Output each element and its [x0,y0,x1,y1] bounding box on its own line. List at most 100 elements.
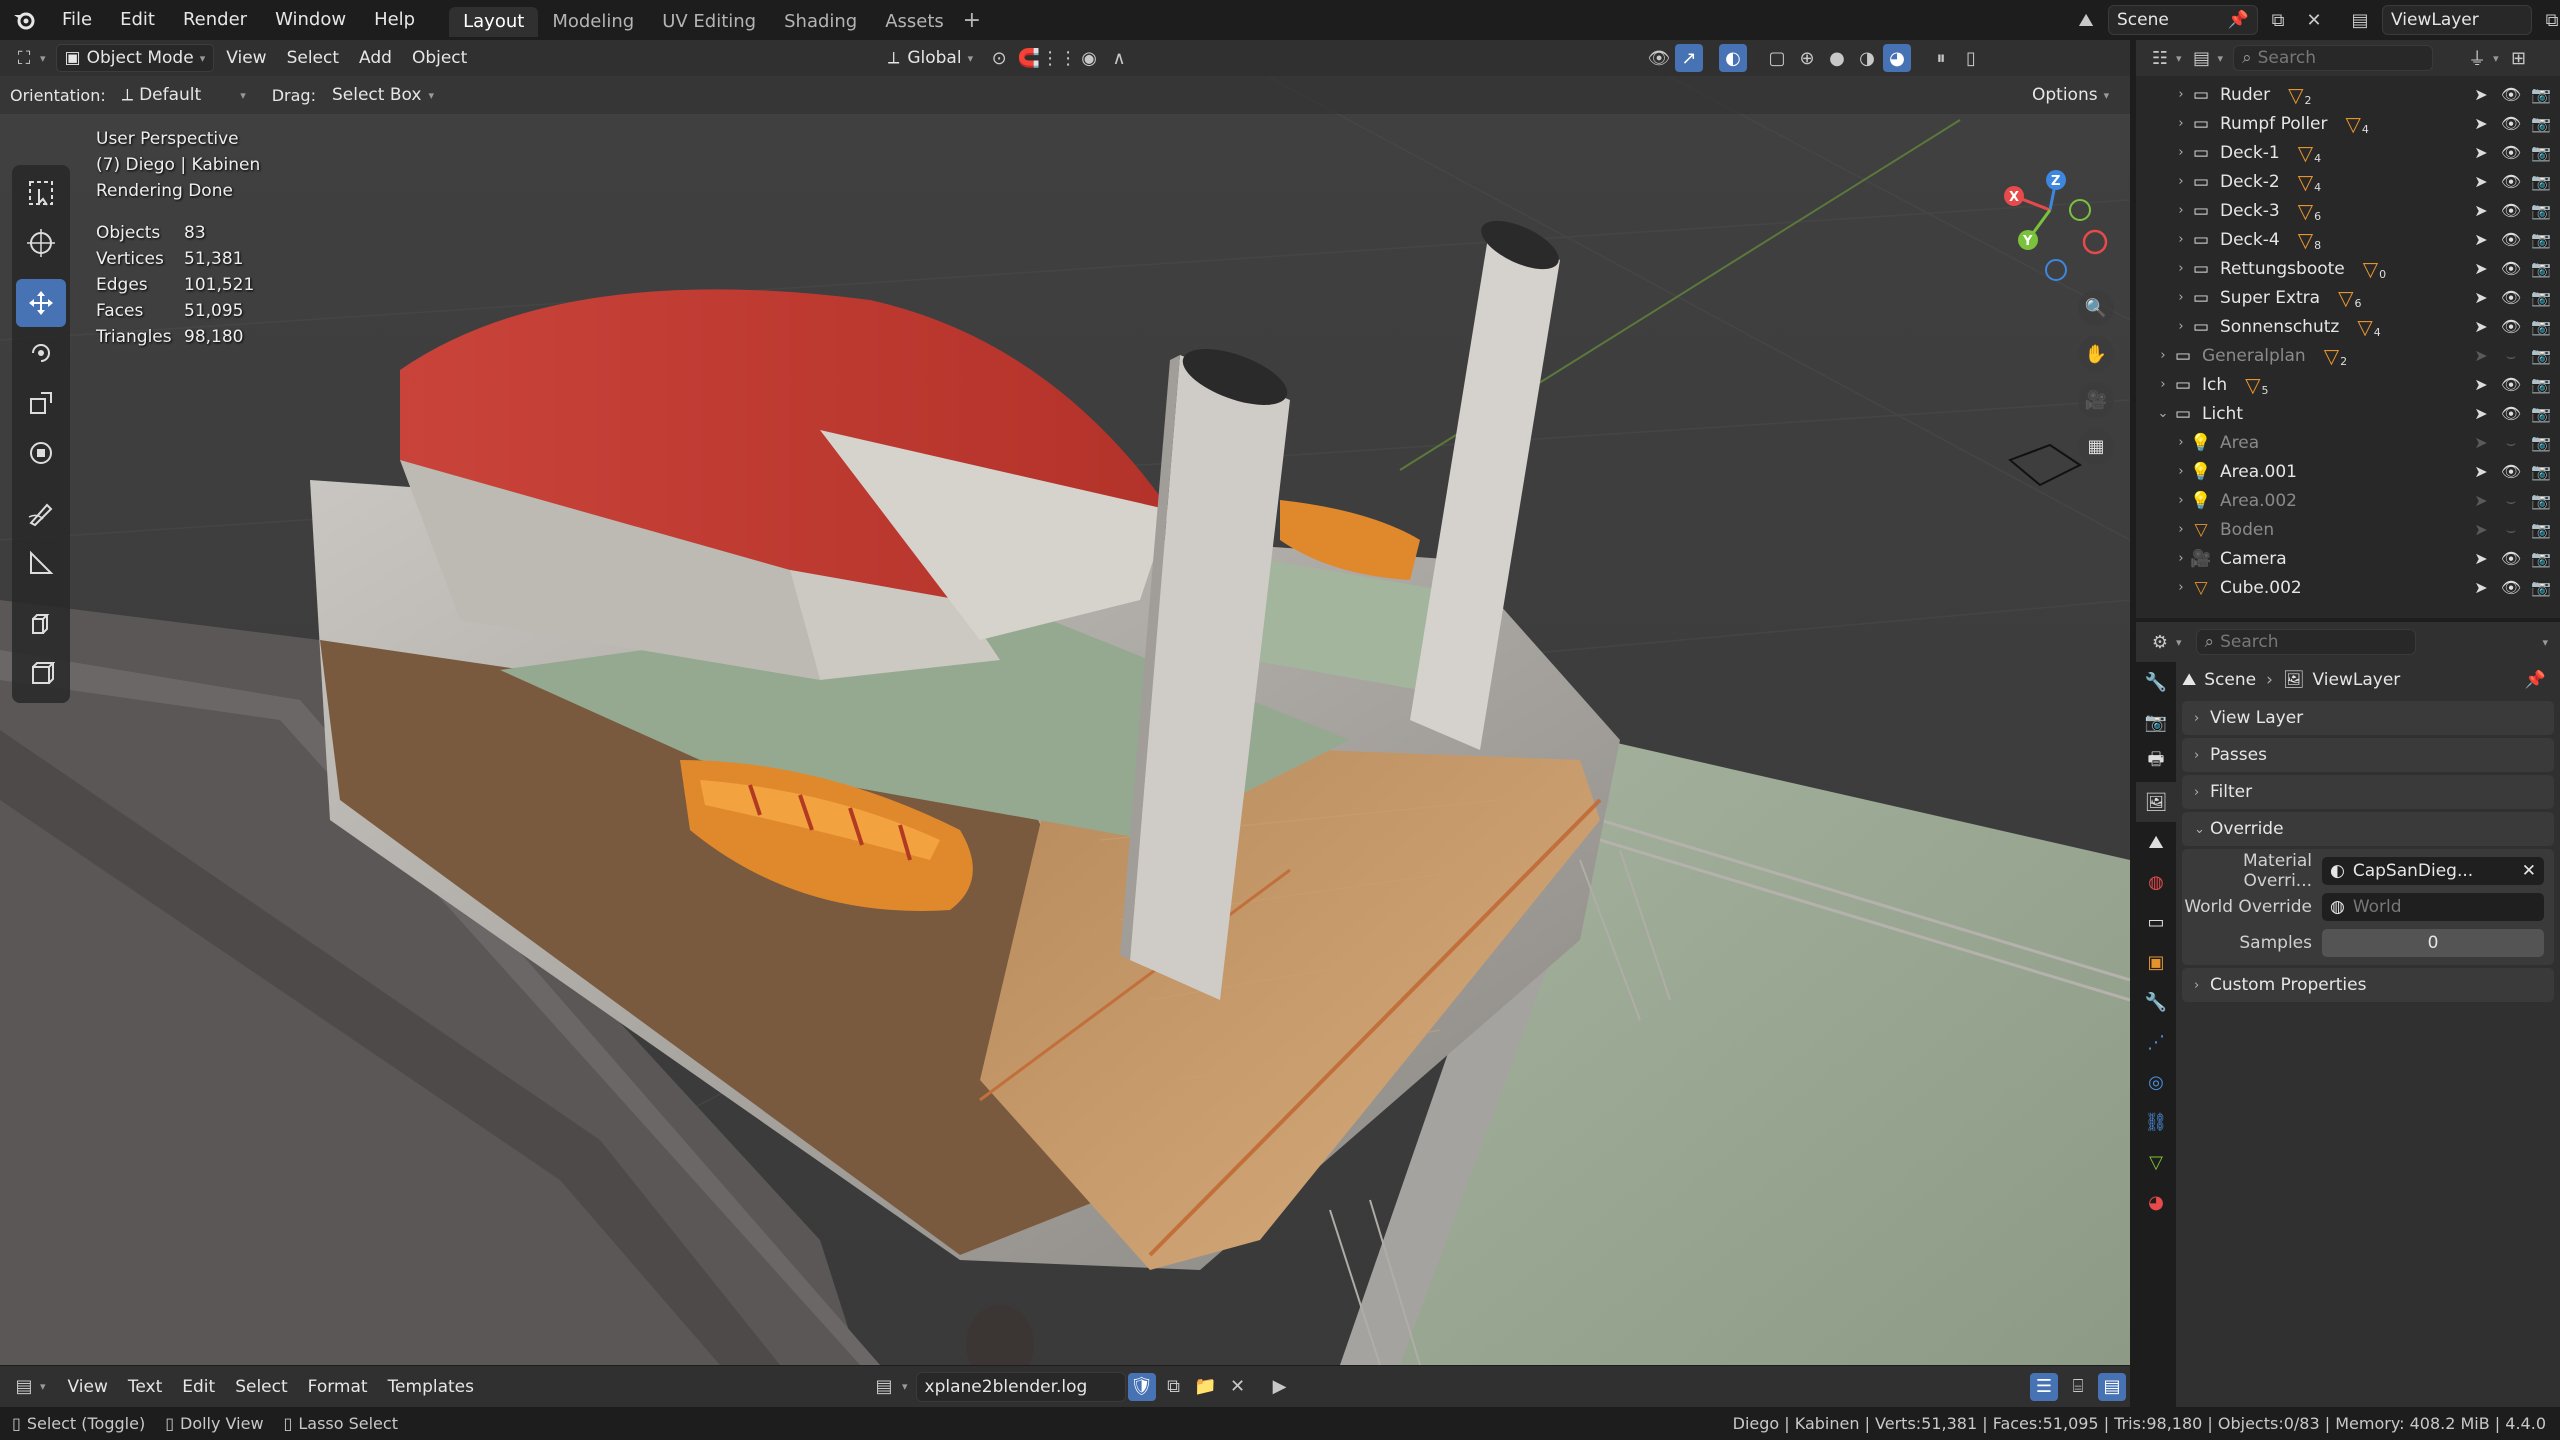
word-wrap-icon[interactable]: ⌸ [2064,1373,2092,1401]
visibility-eye-icon[interactable]: ⌣ [2500,520,2522,540]
falloff-icon[interactable]: ∧ [1105,44,1133,72]
cursor-tool[interactable] [16,219,66,267]
chevron-right-icon[interactable]: › [2172,522,2190,537]
scene-icon[interactable]: ⛰ [2072,6,2100,34]
navigation-gizmo[interactable]: Z X Y [1990,130,2120,300]
properties-search[interactable]: ⌕ Search [2195,629,2416,655]
outliner-row[interactable]: › ▽ Cube.002 ➤ 👁 📷 [2136,573,2560,602]
move-tool[interactable] [16,279,66,327]
physics-tab-icon[interactable]: ◎ [2136,1062,2176,1102]
world-override-field[interactable]: ◍ World [2322,893,2544,921]
chevron-right-icon[interactable]: › [2172,580,2190,595]
text-menu-view[interactable]: View [60,1373,116,1401]
overlay-toggle-icon[interactable]: ◐ [1719,44,1747,72]
fake-user-shield-icon[interactable]: 🛡 [1127,1372,1156,1401]
render-camera-icon[interactable]: 📷 [2530,375,2552,394]
outliner-row[interactable]: › ▭ Deck-3 ▽ 6 ➤ 👁 📷 [2136,196,2560,225]
render-camera-icon[interactable]: 📷 [2530,201,2552,220]
menu-add[interactable]: Add [351,44,400,72]
menu-edit[interactable]: Edit [106,0,169,40]
options-dropdown[interactable]: Options ▾ [2024,81,2117,109]
visibility-eye-icon[interactable]: 👁 [2500,201,2522,220]
rotate-tool[interactable] [16,329,66,377]
new-view-layer-icon[interactable]: ⧉ [2538,6,2560,34]
menu-select[interactable]: Select [279,44,347,72]
text-menu-select[interactable]: Select [227,1373,295,1401]
selectable-arrow-icon[interactable]: ➤ [2470,549,2492,568]
properties-type-icon[interactable]: ⚙ [2146,628,2174,656]
selectable-arrow-icon[interactable]: ➤ [2470,288,2492,307]
menu-object[interactable]: Object [404,44,475,72]
outliner-row[interactable]: › ▭ Rettungsboote ▽ 0 ➤ 👁 📷 [2136,254,2560,283]
filter-icon[interactable]: ⏚ [2463,44,2491,72]
add-object-tool[interactable] [16,649,66,697]
menu-render[interactable]: Render [169,0,261,40]
line-numbers-icon[interactable]: ☰ [2030,1372,2058,1401]
add-workspace-button[interactable]: + [958,8,986,33]
selectable-arrow-icon[interactable]: ➤ [2470,578,2492,597]
render-camera-icon[interactable]: 📷 [2530,462,2552,481]
shading-material-icon[interactable]: ◑ [1853,44,1881,72]
camera-view-icon[interactable]: 🎥 [2078,382,2114,418]
blender-logo-icon[interactable] [0,9,48,31]
pan-hand-icon[interactable]: ✋ [2078,336,2114,372]
outliner-row[interactable]: › ▭ Sonnenschutz ▽ 4 ➤ 👁 📷 [2136,312,2560,341]
menu-view[interactable]: View [218,44,274,72]
render-camera-icon[interactable]: 📷 [2530,578,2552,597]
pause-render-icon[interactable]: ⏸ [1927,44,1955,72]
proportional-edit-icon[interactable]: ◉ [1075,44,1103,72]
constraints-tab-icon[interactable]: ⛓ [2136,1102,2176,1142]
text-editor-type-icon[interactable]: ▤ [10,1373,38,1401]
selectable-arrow-icon[interactable]: ➤ [2470,433,2492,453]
new-scene-icon[interactable]: ⧉ [2264,6,2292,34]
selectable-arrow-icon[interactable]: ➤ [2470,404,2492,423]
visibility-eye-icon[interactable]: 👁 [2500,462,2522,481]
sidebar-toggle-icon[interactable]: ▯ [1957,44,1985,72]
shading-rendered-icon[interactable]: ◕ [1883,44,1911,72]
object-tab-icon[interactable]: ▣ [2136,942,2176,982]
selectable-arrow-icon[interactable]: ➤ [2470,346,2492,366]
visibility-eye-icon[interactable]: 👁 [2500,172,2522,191]
snap-target-icon[interactable]: ⋮⋮ [1041,44,1077,72]
panel-custom-properties[interactable]: › Custom Properties [2182,968,2554,1002]
visibility-eye-icon[interactable]: 👁 [2500,317,2522,336]
selectable-arrow-icon[interactable]: ➤ [2470,491,2492,511]
render-camera-icon[interactable]: 📷 [2530,433,2552,453]
view-layer-icon[interactable]: ▤ [2346,6,2374,34]
selectable-arrow-icon[interactable]: ➤ [2470,201,2492,220]
outliner-row[interactable]: › ▭ Deck-4 ▽ 8 ➤ 👁 📷 [2136,225,2560,254]
selectable-arrow-icon[interactable]: ➤ [2470,230,2492,249]
panel-view-layer[interactable]: › View Layer [2182,701,2554,735]
tab-layout[interactable]: Layout [449,6,539,37]
samples-field[interactable]: 0 [2322,929,2544,957]
unlink-text-icon[interactable]: ✕ [1224,1373,1252,1401]
render-camera-icon[interactable]: 📷 [2530,549,2552,568]
syntax-highlight-icon[interactable]: ▤ [2098,1372,2126,1401]
selectable-arrow-icon[interactable]: ➤ [2470,259,2492,278]
text-file-selector[interactable]: xplane2blender.log [915,1371,1126,1402]
clear-material-icon[interactable]: ✕ [2522,861,2536,881]
chevron-right-icon[interactable]: › [2172,435,2190,450]
text-menu-text[interactable]: Text [120,1373,170,1401]
particles-tab-icon[interactable]: ⋰ [2136,1022,2176,1062]
outliner-row[interactable]: › ▭ Deck-1 ▽ 4 ➤ 👁 📷 [2136,138,2560,167]
visibility-eye-icon[interactable]: ⌣ [2500,346,2522,366]
panel-override[interactable]: ⌄ Override [2182,812,2554,846]
chevron-right-icon[interactable]: › [2154,377,2172,392]
render-camera-icon[interactable]: 📷 [2530,288,2552,307]
visibility-eye-icon[interactable]: 👁 [2500,259,2522,278]
render-camera-icon[interactable]: 📷 [2530,143,2552,162]
text-datablock-icon[interactable]: ▤ [870,1373,898,1401]
text-menu-format[interactable]: Format [300,1373,376,1401]
visibility-eye-icon[interactable]: 👁 [2500,114,2522,133]
menu-file[interactable]: File [48,0,106,40]
outliner-row[interactable]: › 🎥 Camera ➤ 👁 📷 [2136,544,2560,573]
modifier-tab-icon[interactable]: 🔧 [2136,982,2176,1022]
text-menu-templates[interactable]: Templates [380,1373,482,1401]
visibility-icon[interactable]: 👁 [1645,44,1673,72]
render-camera-icon[interactable]: 📷 [2530,230,2552,249]
pin-icon[interactable]: 📌 [2228,10,2249,30]
chevron-down-icon[interactable]: ⌄ [2154,406,2172,421]
selectable-arrow-icon[interactable]: ➤ [2470,85,2492,104]
new-text-icon[interactable]: ⧉ [1160,1373,1188,1401]
